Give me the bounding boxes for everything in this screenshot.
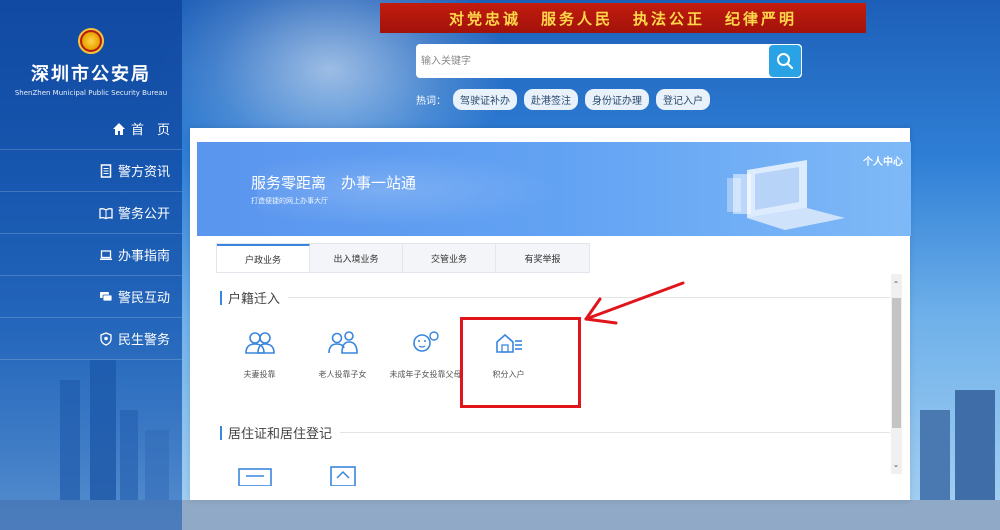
slogan-phrase: 纪律严明 bbox=[725, 9, 798, 28]
service-elderly-to-children[interactable]: 老人投靠子女 bbox=[301, 328, 384, 380]
nav-item-livelihood-policing[interactable]: 民生警务 bbox=[0, 318, 182, 360]
nav-item-police-news[interactable]: 警方资讯 bbox=[0, 150, 182, 192]
book-icon bbox=[98, 206, 114, 220]
sidebar: 深圳市公安局 ShenZhen Municipal Public Securit… bbox=[0, 0, 182, 530]
site-logo[interactable]: 深圳市公安局 ShenZhen Municipal Public Securit… bbox=[0, 28, 182, 97]
service-minor-to-parents[interactable]: 未成年子女投靠父母 bbox=[384, 328, 467, 380]
slogan-phrase: 对党忠诚 bbox=[448, 9, 521, 28]
red-arrow-icon bbox=[584, 281, 685, 325]
nav-item-label: 办事指南 bbox=[117, 249, 170, 264]
section-divider bbox=[340, 432, 890, 433]
hot-words-label: 热词： bbox=[416, 96, 446, 107]
residence-service-list bbox=[238, 464, 416, 486]
search-input[interactable] bbox=[416, 44, 769, 78]
search-icon bbox=[777, 53, 794, 70]
nav-item-label: 首 页 bbox=[130, 123, 170, 138]
police-emblem-icon bbox=[78, 28, 104, 54]
personal-center-link[interactable]: 个人中心 bbox=[863, 153, 903, 168]
scroll-down-icon[interactable]: ⌄ bbox=[891, 460, 901, 469]
nav-item-service-guide[interactable]: 办事指南 bbox=[0, 234, 182, 276]
service-label: 老人投靠子女 bbox=[318, 370, 367, 379]
document-icon bbox=[98, 163, 114, 178]
residence-card-icon[interactable] bbox=[238, 464, 272, 486]
nav-item-police-affairs[interactable]: 警务公开 bbox=[0, 192, 182, 234]
section-title: 居住证和居住登记 bbox=[228, 427, 333, 442]
scrollbar-thumb[interactable] bbox=[892, 298, 901, 428]
home-icon bbox=[111, 122, 127, 136]
service-label: 夫妻投靠 bbox=[243, 370, 276, 379]
section-title: 户籍迁入 bbox=[228, 292, 281, 307]
slogan-phrase: 服务人民 bbox=[540, 9, 613, 28]
chat-icon bbox=[98, 290, 114, 304]
nav-item-label: 民生警务 bbox=[117, 333, 170, 348]
logo-chinese-name: 深圳市公安局 bbox=[31, 64, 151, 85]
tab-household[interactable]: 户政业务 bbox=[217, 244, 310, 272]
hot-word-chip[interactable]: 赴港签注 bbox=[524, 89, 578, 110]
logo-english-name: ShenZhen Municipal Public Security Burea… bbox=[14, 89, 168, 97]
scroll-up-icon[interactable]: ⌃ bbox=[891, 280, 901, 289]
banner-subtitle: 打造便捷的网上办事大厅 bbox=[251, 197, 328, 205]
hot-words: 热词： 驾驶证补办 赴港签注 身份证办理 登记入户 bbox=[416, 89, 710, 110]
laptop-illustration-icon bbox=[727, 160, 845, 230]
slogan-banner: 对党忠诚 服务人民 执法公正 纪律严明 bbox=[380, 3, 866, 33]
nav-item-label: 警民互动 bbox=[117, 291, 170, 306]
tab-traffic[interactable]: 交管业务 bbox=[403, 244, 496, 272]
hot-word-chip[interactable]: 身份证办理 bbox=[585, 89, 649, 110]
service-spouse[interactable]: 夫妻投靠 bbox=[218, 328, 301, 380]
service-panel: 服务零距离 办事一站通 打造便捷的网上办事大厅 个人中心 户政业务 出入境业务 … bbox=[190, 128, 911, 500]
business-tabs: 户政业务 出入境业务 交管业务 有奖举报 bbox=[216, 243, 590, 273]
nav-item-label: 警方资讯 bbox=[117, 165, 170, 180]
hot-word-chip[interactable]: 驾驶证补办 bbox=[453, 89, 517, 110]
house-search-icon[interactable] bbox=[327, 464, 361, 486]
section-residence-permit: 居住证和居住登记 bbox=[220, 423, 890, 442]
slogan-phrase: 执法公正 bbox=[633, 9, 706, 28]
section-household-transfer: 户籍迁入 bbox=[220, 288, 890, 307]
tab-report-reward[interactable]: 有奖举报 bbox=[496, 244, 589, 272]
highlight-box bbox=[460, 317, 581, 408]
banner-title: 服务零距离 办事一站通 bbox=[251, 174, 417, 192]
nav-item-police-public-interaction[interactable]: 警民互动 bbox=[0, 276, 182, 318]
service-label: 未成年子女投靠父母 bbox=[389, 370, 462, 379]
search-button[interactable] bbox=[769, 45, 801, 77]
laptop-icon bbox=[98, 248, 114, 262]
nav-item-home[interactable]: 首 页 bbox=[0, 108, 182, 150]
main-nav: 首 页 警方资讯 警务公开 办事指南 警民互动 民生警务 bbox=[0, 108, 182, 360]
hot-word-chip[interactable]: 登记入户 bbox=[656, 89, 710, 110]
family-icon bbox=[301, 328, 384, 358]
parent-child-icon bbox=[384, 328, 467, 358]
search-bar bbox=[416, 44, 802, 78]
police-badge-icon bbox=[98, 331, 114, 346]
service-banner: 服务零距离 办事一站通 打造便捷的网上办事大厅 个人中心 bbox=[197, 142, 911, 236]
tab-exit-entry[interactable]: 出入境业务 bbox=[310, 244, 403, 272]
couple-icon bbox=[218, 328, 301, 358]
nav-item-label: 警务公开 bbox=[117, 207, 170, 222]
